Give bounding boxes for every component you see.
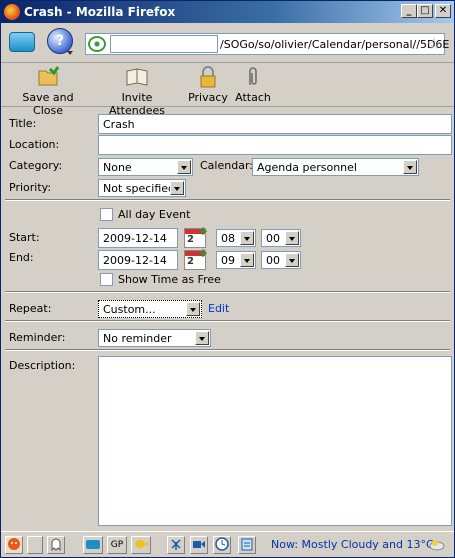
show-free-checkbox[interactable] [100, 273, 113, 286]
start-date-input[interactable]: 2009-12-14 [98, 228, 178, 248]
firefox-window: Crash - Mozilla Firefox _ □ ✕ ? /SOGo/so… [0, 0, 455, 558]
url-host-field[interactable] [110, 35, 218, 53]
repeat-value: Custom... [103, 303, 156, 316]
calendar-select[interactable]: Agenda personnel [252, 158, 419, 176]
url-bar[interactable]: /SOGo/so/olivier/Calendar/personal//5D6E… [85, 33, 449, 55]
privacy-button[interactable]: Privacy [187, 63, 229, 104]
start-minute-select[interactable]: 00 [261, 229, 301, 247]
dropdown-arrow-icon[interactable] [170, 181, 184, 195]
video-icon[interactable] [190, 536, 208, 554]
description-textarea[interactable] [98, 356, 452, 526]
lock-icon [196, 65, 220, 89]
attach-button[interactable]: Attach [235, 63, 271, 104]
dropdown-arrow-icon[interactable] [403, 160, 417, 174]
fish-icon[interactable] [131, 536, 151, 554]
divider [5, 320, 450, 322]
cloud-icon[interactable] [428, 536, 446, 554]
location-label: Location: [9, 138, 60, 151]
start-hour-select[interactable]: 08 [216, 229, 256, 247]
repeat-select[interactable]: Custom... [98, 300, 202, 318]
start-minute-value: 00 [266, 232, 280, 245]
site-identity-icon[interactable] [88, 36, 106, 52]
dropdown-arrow-icon[interactable] [195, 331, 209, 345]
minimize-button[interactable]: _ [401, 4, 417, 18]
clock-icon[interactable] [213, 536, 231, 554]
reminder-select[interactable]: No reminder [98, 329, 211, 347]
close-button[interactable]: ✕ [435, 4, 451, 18]
divider [5, 291, 450, 293]
dropdown-arrow-icon[interactable] [285, 231, 299, 245]
bookmark-star-icon[interactable]: ☆ [427, 35, 441, 53]
reminder-value: No reminder [103, 332, 172, 345]
end-hour-select[interactable]: 09 [216, 251, 256, 269]
calendar-value: Agenda personnel [257, 161, 357, 174]
description-label: Description: [9, 359, 76, 372]
end-date-input[interactable]: 2009-12-14 [98, 250, 178, 270]
calendar-picker-icon[interactable]: 2 + [184, 225, 208, 248]
title-label: Title: [9, 117, 37, 130]
attach-label: Attach [235, 91, 271, 104]
divider [5, 199, 450, 201]
divider [5, 349, 450, 351]
nav-blue-icon[interactable] [83, 536, 103, 554]
end-label: End: [9, 251, 34, 264]
dropdown-arrow-icon[interactable] [240, 253, 254, 267]
priority-select[interactable]: Not specified [98, 179, 186, 197]
firefox-logo-icon [4, 4, 20, 20]
invite-attendees-button[interactable]: Invite Attendees [95, 63, 179, 117]
start-hour-value: 08 [221, 232, 235, 245]
event-toolbar: Save and Close Invite Attendees Privacy … [1, 63, 454, 117]
status-bar: GP Now: Mostly Cloudy and 13°C [1, 531, 454, 557]
category-value: None [103, 161, 132, 174]
category-select[interactable]: None [98, 158, 193, 176]
back-icon[interactable] [9, 32, 35, 52]
priority-value: Not specified [103, 182, 176, 195]
maximize-button[interactable]: □ [417, 4, 433, 18]
note-icon[interactable] [238, 536, 256, 554]
address-book-icon [125, 65, 149, 89]
category-label: Category: [9, 159, 63, 172]
save-close-label: Save and Close [22, 91, 74, 117]
dropdown-arrow-icon[interactable] [240, 231, 254, 245]
url-text[interactable]: /SOGo/so/olivier/Calendar/personal//5D6E [220, 38, 449, 51]
navigation-bar: ? /SOGo/so/olivier/Calendar/personal//5D… [1, 23, 454, 63]
save-close-button[interactable]: Save and Close [9, 63, 87, 117]
repeat-label: Repeat: [9, 302, 52, 315]
dropdown-arrow-icon[interactable] [177, 160, 191, 174]
repeat-edit-link[interactable]: Edit [208, 302, 229, 315]
help-dropdown-icon[interactable] [67, 51, 73, 55]
end-minute-value: 00 [266, 254, 280, 267]
end-minute-select[interactable]: 00 [261, 251, 301, 269]
window-title: Crash - Mozilla Firefox [24, 5, 176, 19]
calendar-picker-icon[interactable]: 2 + [184, 247, 208, 270]
blank-status-icon[interactable] [27, 536, 43, 554]
title-bar[interactable]: Crash - Mozilla Firefox _ □ ✕ [1, 1, 454, 23]
antenna-icon[interactable] [167, 536, 185, 554]
fox-icon[interactable] [5, 536, 23, 554]
show-free-label: Show Time as Free [118, 273, 221, 286]
reminder-label: Reminder: [9, 331, 66, 344]
location-input[interactable] [98, 135, 452, 155]
weather-status[interactable]: Now: Mostly Cloudy and 13°C [271, 538, 434, 551]
privacy-label: Privacy [188, 91, 228, 104]
paperclip-icon [241, 65, 265, 89]
gp-icon[interactable]: GP [107, 536, 127, 554]
dropdown-arrow-icon[interactable] [186, 302, 200, 316]
all-day-checkbox[interactable] [100, 208, 113, 221]
ghost-icon[interactable] [47, 536, 65, 554]
priority-label: Priority: [9, 181, 52, 194]
start-label: Start: [9, 231, 40, 244]
calendar-label: Calendar: [200, 159, 253, 172]
all-day-label: All day Event [118, 208, 191, 221]
dropdown-arrow-icon[interactable] [285, 253, 299, 267]
save-close-icon [36, 65, 60, 89]
title-input[interactable]: Crash [98, 114, 452, 134]
end-hour-value: 09 [221, 254, 235, 267]
